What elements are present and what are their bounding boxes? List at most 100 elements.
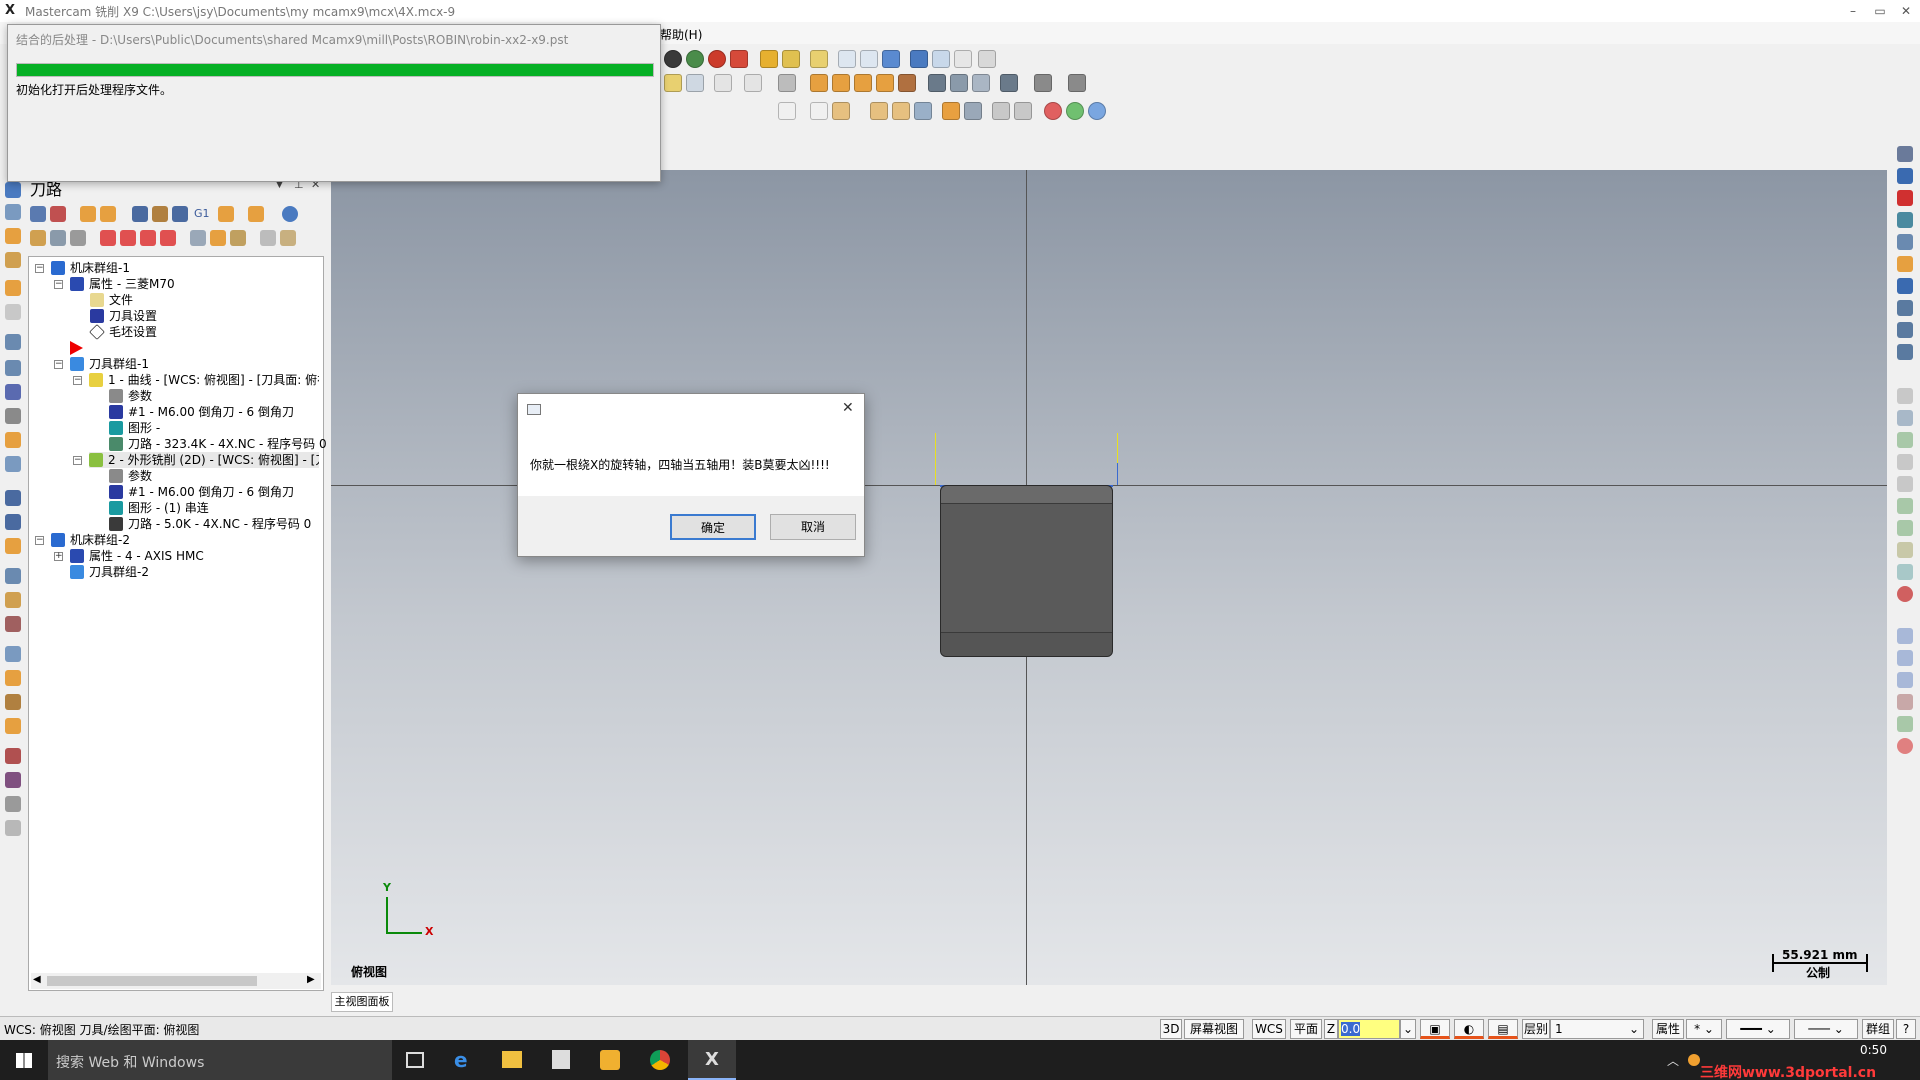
settings-gear-icon[interactable] [910, 50, 928, 68]
taskbar-search[interactable]: 搜索 Web 和 Windows [48, 1040, 392, 1080]
shade-arrow-icon[interactable] [942, 102, 960, 120]
point-icon[interactable] [1897, 454, 1913, 470]
tree-collapse-icon[interactable]: − [54, 280, 63, 289]
minimize-button[interactable]: – [1843, 2, 1863, 20]
solid-shade-icon[interactable] [686, 50, 704, 68]
zoom-icon[interactable] [686, 74, 704, 92]
grid-icon[interactable] [810, 74, 828, 92]
tree-item-operation-2[interactable]: 2 - 外形铣削 (2D) - [WCS: 俯视图] - [刀具面 [89, 452, 319, 468]
verify-icon[interactable] [832, 102, 850, 120]
tree-collapse-icon[interactable]: − [35, 536, 44, 545]
line-width-select[interactable]: ─── ⌄ [1794, 1019, 1858, 1039]
mastercam-taskbar-button[interactable]: X [688, 1040, 736, 1080]
table-icon[interactable] [832, 74, 850, 92]
solid-color-button[interactable]: ◐ [1454, 1019, 1484, 1039]
view-delete-icon[interactable] [1897, 190, 1913, 206]
arc-icon[interactable] [1897, 410, 1913, 426]
circle-icon[interactable] [1897, 476, 1913, 492]
tray-app-icon[interactable] [1688, 1054, 1700, 1066]
ok-button[interactable]: 确定 [670, 514, 756, 540]
lock-op-icon[interactable] [30, 230, 46, 246]
tree-expand-icon[interactable]: + [54, 552, 63, 561]
store-icon[interactable] [552, 1050, 570, 1069]
media-player-icon[interactable] [600, 1050, 620, 1070]
view-cube-icon[interactable] [1897, 300, 1913, 316]
measure-icon[interactable] [782, 50, 800, 68]
arch-icon[interactable] [854, 74, 872, 92]
post-flag-icon[interactable] [70, 230, 86, 246]
hourglass-icon[interactable] [260, 230, 276, 246]
box-tool-icon[interactable] [5, 280, 21, 296]
restore-arrow-icon[interactable] [964, 102, 982, 120]
group-button[interactable]: 群组 [1862, 1019, 1894, 1039]
analyze-icon[interactable] [810, 50, 828, 68]
dimension-vertical-icon[interactable] [744, 74, 762, 92]
offset-icon[interactable] [1897, 564, 1913, 580]
backplot-op-icon[interactable] [132, 206, 148, 222]
tool-light-icon[interactable] [5, 820, 21, 836]
toolpath-icon[interactable] [5, 182, 21, 198]
horizontal-scrollbar[interactable]: ◀ ▶ [31, 973, 321, 989]
levels-icon[interactable] [5, 252, 21, 268]
view-cube3-icon[interactable] [1897, 344, 1913, 360]
tree-collapse-icon[interactable]: − [35, 264, 44, 273]
mesh-icon[interactable] [5, 490, 21, 506]
sigma-icon[interactable] [954, 50, 972, 68]
plot-icon[interactable] [1068, 74, 1086, 92]
snap-icon[interactable] [5, 360, 21, 376]
help-button[interactable]: ? [1896, 1019, 1916, 1039]
tray-chevron-icon[interactable]: ︿ [1667, 1052, 1679, 1069]
display-all-icon[interactable] [210, 230, 226, 246]
stop-icon[interactable] [1044, 102, 1062, 120]
stock-icon[interactable] [898, 74, 916, 92]
z-depth-input[interactable]: 0.0 [1338, 1019, 1400, 1039]
ok-check-icon[interactable] [1066, 102, 1084, 120]
mode-3d-button[interactable]: 3D [1160, 1019, 1182, 1039]
line-style-select[interactable]: ━━━ ⌄ [1726, 1019, 1790, 1039]
spline-icon[interactable] [1897, 432, 1913, 448]
chamfer-icon[interactable] [1897, 520, 1913, 536]
stock-purple-icon[interactable] [5, 772, 21, 788]
light-icon[interactable] [664, 74, 682, 92]
wcs-button[interactable]: WCS [1252, 1019, 1286, 1039]
fillet-icon[interactable] [1897, 498, 1913, 514]
mirror-icon[interactable] [1897, 628, 1913, 644]
simulate-icon[interactable] [172, 206, 188, 222]
level-select[interactable]: 1 ⌄ [1550, 1019, 1644, 1039]
lathe-icon[interactable] [5, 718, 21, 734]
link-icon[interactable] [1014, 102, 1032, 120]
dimension-horizontal-icon[interactable] [714, 74, 732, 92]
contour-icon[interactable] [5, 592, 21, 608]
sim-icon[interactable] [1034, 74, 1052, 92]
insert-after-icon[interactable] [140, 230, 156, 246]
grid-small-icon[interactable] [5, 456, 21, 472]
verify-op-icon[interactable] [152, 206, 168, 222]
box-icon[interactable] [892, 102, 910, 120]
surface-color-button[interactable]: ▤ [1488, 1019, 1518, 1039]
help-op-icon[interactable] [282, 206, 298, 222]
lock-icon[interactable] [5, 432, 21, 448]
chrome-icon[interactable] [650, 1050, 670, 1070]
grid-view-icon[interactable] [978, 50, 996, 68]
gear-tools-icon[interactable] [992, 102, 1010, 120]
trim-icon[interactable] [1897, 542, 1913, 558]
toggle-display-icon[interactable] [50, 230, 66, 246]
stock-red-icon[interactable] [5, 748, 21, 764]
close-window-button[interactable]: ✕ [1896, 2, 1916, 20]
menu-help[interactable]: 帮助(H) [660, 26, 702, 43]
screen-view-button[interactable]: 屏幕视图 [1184, 1019, 1244, 1039]
toolpath-edit-icon[interactable] [248, 206, 264, 222]
display-selected-icon[interactable] [190, 230, 206, 246]
point-style-select[interactable]: * ⌄ [1686, 1019, 1722, 1039]
z-dropdown-icon[interactable]: ⌄ [1400, 1019, 1416, 1039]
edge-browser-icon[interactable]: e [454, 1050, 474, 1070]
transform-icon[interactable] [882, 50, 900, 68]
view-lines-icon[interactable] [1897, 234, 1913, 250]
deselect-icon[interactable] [50, 206, 66, 222]
select-box-icon[interactable] [778, 102, 796, 120]
view-panel-tab[interactable]: 主视图面板 [331, 992, 393, 1012]
no-entry-icon[interactable] [1897, 586, 1913, 602]
art-icon[interactable] [5, 304, 21, 320]
layers-icon[interactable] [1000, 74, 1018, 92]
options-icon[interactable] [230, 230, 246, 246]
